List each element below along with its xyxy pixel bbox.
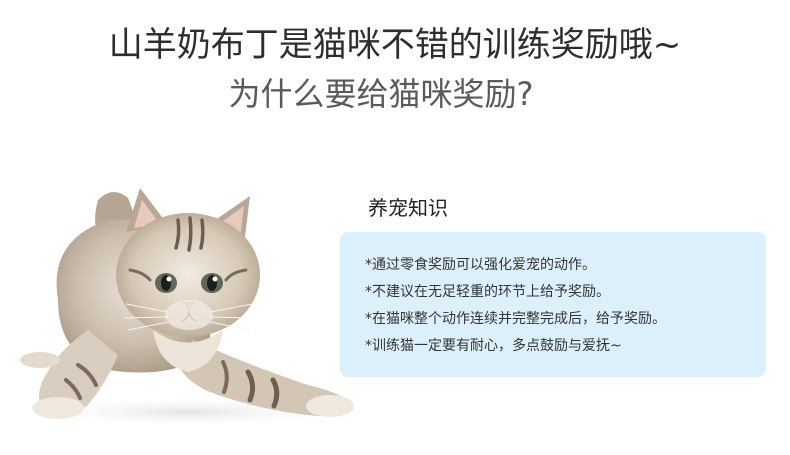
tips-card: *通过零食奖励可以强化爱宠的动作。 *不建议在无足轻重的环节上给予奖励。 *在猫… [340,232,766,377]
tip-item: *通过零食奖励可以强化爱宠的动作。 [365,257,596,273]
tip-item: *在猫咪整个动作连续并完整完成后，给予奖励。 [365,311,666,327]
tip-item: *不建议在无足轻重的环节上给予奖励。 [365,284,610,300]
page-title: 山羊奶布丁是猫咪不错的训练奖励哦~ [108,25,682,65]
section-heading: 养宠知识 [368,196,448,220]
tip-item: *训练猫一定要有耐心，多点鼓励与爱抚~ [365,338,622,354]
kitten-photo [18,180,363,430]
page-subtitle: 为什么要给猫咪奖励? [228,75,534,113]
tips-list: *通过零食奖励可以强化爱宠的动作。 *不建议在无足轻重的环节上给予奖励。 *在猫… [365,252,766,360]
